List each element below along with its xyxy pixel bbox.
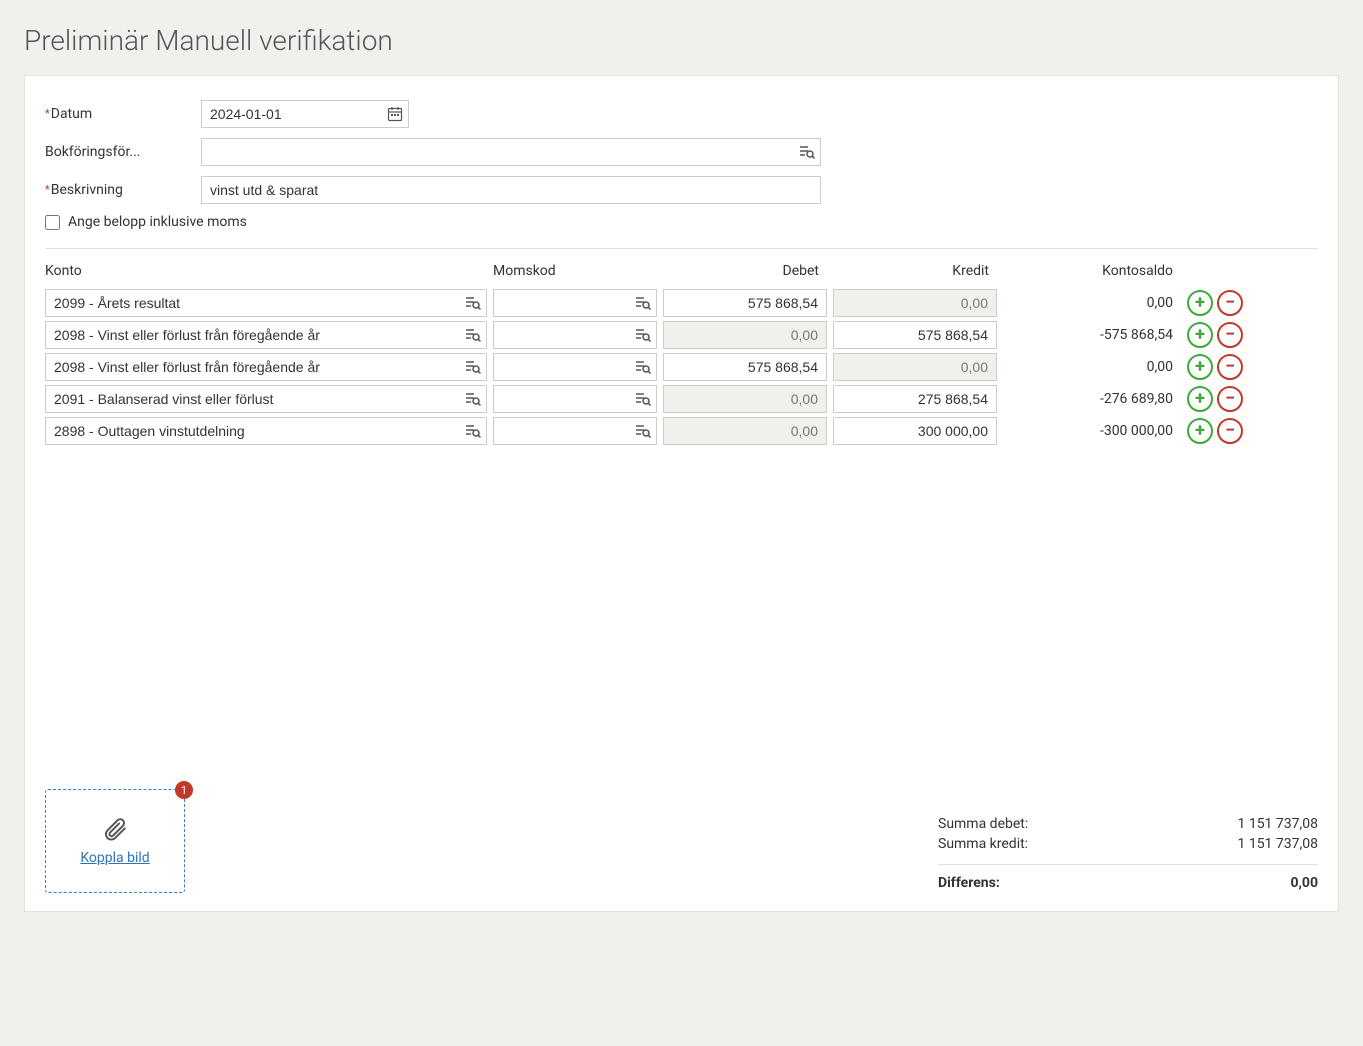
search-list-icon[interactable] [465,328,481,342]
bookkeeping-order-label: Bokföringsför... [45,144,201,160]
debet-input[interactable] [663,385,827,413]
debet-input[interactable] [663,353,827,381]
description-input[interactable] [201,176,821,204]
date-label: Datum [45,106,201,122]
totals: Summa debet: 1 151 737,08 Summa kredit: … [938,814,1318,893]
search-list-icon[interactable] [635,296,651,310]
attach-link[interactable]: Koppla bild [80,850,149,866]
sum-kredit-value: 1 151 737,08 [1237,836,1318,852]
grid-header: Konto Momskod Debet Kredit Kontosaldo [45,263,1318,289]
sum-kredit-label: Summa kredit: [938,836,1028,852]
search-list-icon[interactable] [635,424,651,438]
remove-row-button[interactable]: − [1217,322,1243,348]
remove-row-button[interactable]: − [1217,354,1243,380]
kredit-input[interactable] [833,385,997,413]
divider [45,248,1318,249]
search-list-icon[interactable] [635,392,651,406]
include-vat-checkbox[interactable] [45,215,60,230]
date-input[interactable] [201,100,409,128]
page-title: Preliminär Manuell verifikation [0,0,1363,75]
kontosaldo-value: 0,00 [1003,359,1177,375]
kontosaldo-value: -276 689,80 [1003,391,1177,407]
calendar-icon[interactable] [387,106,403,122]
table-row: -300 000,00 +− [45,417,1318,445]
konto-input[interactable] [45,353,487,381]
debet-input[interactable] [663,289,827,317]
kontosaldo-value: -575 868,54 [1003,327,1177,343]
diff-value: 0,00 [1290,875,1318,891]
th-kredit: Kredit [833,263,997,279]
konto-input[interactable] [45,417,487,445]
search-list-icon[interactable] [465,296,481,310]
search-list-icon[interactable] [465,360,481,374]
verification-card: Datum Bokföringsför... Beskrivning Ange … [24,75,1339,912]
add-row-button[interactable]: + [1187,322,1213,348]
bookkeeping-order-input[interactable] [201,138,821,166]
attach-badge: 1 [175,781,193,799]
diff-label: Differens: [938,875,1000,891]
sum-debet-label: Summa debet: [938,816,1028,832]
attach-image-box[interactable]: 1 Koppla bild [45,789,185,893]
search-list-icon[interactable] [465,424,481,438]
th-kontosaldo: Kontosaldo [1003,263,1177,279]
table-row: -276 689,80 +− [45,385,1318,413]
konto-input[interactable] [45,385,487,413]
momskod-input[interactable] [493,321,657,349]
remove-row-button[interactable]: − [1217,418,1243,444]
search-list-icon[interactable] [799,145,815,159]
kredit-input[interactable] [833,417,997,445]
description-label: Beskrivning [45,182,201,198]
momskod-input[interactable] [493,289,657,317]
kredit-input[interactable] [833,353,997,381]
table-row: 0,00 +− [45,353,1318,381]
momskod-input[interactable] [493,385,657,413]
th-konto: Konto [45,263,487,279]
th-momskod: Momskod [493,263,657,279]
momskod-input[interactable] [493,353,657,381]
search-list-icon[interactable] [635,360,651,374]
kontosaldo-value: 0,00 [1003,295,1177,311]
paperclip-icon [102,816,128,842]
add-row-button[interactable]: + [1187,386,1213,412]
grid-body: 0,00+−-575 868,54+−0,00+−-276 689,80+−-3… [45,289,1318,445]
konto-input[interactable] [45,289,487,317]
kredit-input[interactable] [833,289,997,317]
momskod-input[interactable] [493,417,657,445]
remove-row-button[interactable]: − [1217,386,1243,412]
add-row-button[interactable]: + [1187,290,1213,316]
table-row: 0,00 +− [45,289,1318,317]
remove-row-button[interactable]: − [1217,290,1243,316]
search-list-icon[interactable] [465,392,481,406]
table-row: -575 868,54 +− [45,321,1318,349]
konto-input[interactable] [45,321,487,349]
search-list-icon[interactable] [635,328,651,342]
include-vat-label: Ange belopp inklusive moms [68,214,247,230]
kontosaldo-value: -300 000,00 [1003,423,1177,439]
debet-input[interactable] [663,321,827,349]
kredit-input[interactable] [833,321,997,349]
add-row-button[interactable]: + [1187,354,1213,380]
th-debet: Debet [663,263,827,279]
add-row-button[interactable]: + [1187,418,1213,444]
debet-input[interactable] [663,417,827,445]
sum-debet-value: 1 151 737,08 [1237,816,1318,832]
